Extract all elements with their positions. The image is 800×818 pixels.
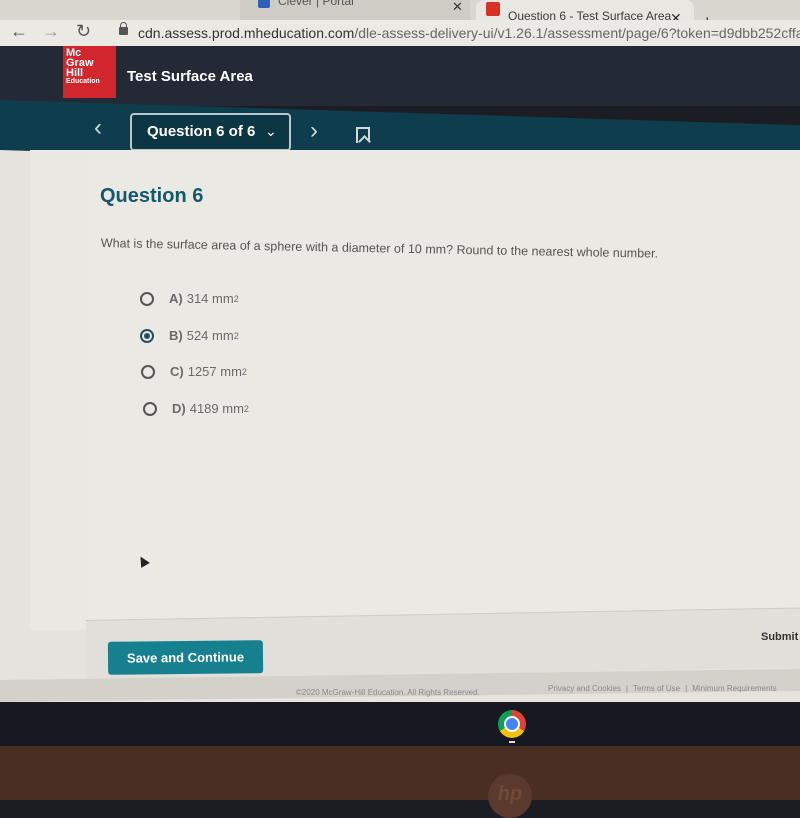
footer-links: Privacy and Cookies | Terms of Use | Minimum… <box>548 684 777 693</box>
chevron-down-icon: ⌄ <box>265 123 277 139</box>
radio-button[interactable] <box>143 401 157 416</box>
option-value: 524 mm <box>186 328 234 343</box>
question-selector-label: Question 6 of 6 <box>147 123 256 140</box>
option-exponent: 2 <box>241 366 247 377</box>
mcgraw-hill-logo: Mc Graw Hill Education <box>63 46 116 98</box>
link-separator: | <box>685 684 688 693</box>
option-exponent: 2 <box>233 330 239 341</box>
submit-button[interactable]: Submit <box>761 631 798 643</box>
answer-option-a[interactable]: A) 314 mm 2 <box>140 291 239 306</box>
option-letter: A) <box>169 291 183 306</box>
back-arrow-icon[interactable]: ← <box>10 21 28 42</box>
option-exponent: 2 <box>243 403 249 414</box>
option-letter: D) <box>172 401 186 416</box>
screen: Clever | Portal ✕ Question 6 - Test Surf… <box>0 0 800 818</box>
next-question-chevron-icon[interactable]: › <box>310 117 318 145</box>
left-gutter <box>30 150 86 630</box>
requirements-link[interactable]: Minimum Requirements <box>692 684 776 693</box>
mcgraw-hill-favicon-icon <box>486 2 500 16</box>
tab-clever[interactable]: Clever | Portal ✕ <box>240 0 470 20</box>
running-indicator <box>509 741 515 743</box>
tab-title: Clever | Portal <box>278 0 354 8</box>
question-heading: Question 6 <box>100 185 204 207</box>
radio-button[interactable] <box>140 291 154 306</box>
terms-link[interactable]: Terms of Use <box>633 684 680 693</box>
question-panel <box>86 150 800 620</box>
close-tab-icon[interactable]: ✕ <box>452 0 463 15</box>
radio-button-selected[interactable] <box>140 328 154 343</box>
os-taskbar <box>0 702 800 750</box>
option-value: 4189 mm <box>189 401 244 416</box>
option-value: 1257 mm <box>187 364 242 379</box>
logo-line: Hill <box>66 67 84 79</box>
address-bar[interactable]: cdn.assess.prod.mheducation.com/dle-asse… <box>138 25 800 41</box>
option-letter: B) <box>169 328 183 343</box>
radio-button[interactable] <box>141 364 155 379</box>
option-exponent: 2 <box>233 293 239 304</box>
privacy-link[interactable]: Privacy and Cookies <box>548 684 621 693</box>
url-path: /dle-assess-delivery-ui/v1.26.1/assessme… <box>354 25 800 41</box>
browser-toolbar: ← → ↻ cdn.assess.prod.mheducation.com/dl… <box>0 20 800 46</box>
question-selector-dropdown[interactable]: Question 6 of 6 ⌄ <box>130 113 291 151</box>
answer-option-b[interactable]: B) 524 mm 2 <box>140 328 239 343</box>
lock-icon[interactable] <box>119 22 128 35</box>
save-and-continue-button[interactable]: Save and Continue <box>107 640 264 675</box>
clever-favicon-icon <box>258 0 270 8</box>
link-separator: | <box>625 684 628 693</box>
previous-question-chevron-icon[interactable]: ‹ <box>94 114 102 142</box>
forward-arrow-icon[interactable]: → <box>42 21 60 42</box>
laptop-bezel <box>0 746 800 800</box>
answer-option-c[interactable]: C) 1257 mm 2 <box>141 364 247 379</box>
bookmark-icon[interactable] <box>356 127 370 143</box>
option-value: 314 mm <box>186 291 234 306</box>
hp-logo-icon: hp <box>488 774 532 818</box>
chrome-icon[interactable] <box>498 710 526 738</box>
copyright-text: ©2020 McGraw-Hill Education. All Rights … <box>296 688 480 697</box>
logo-line: Education <box>66 78 100 85</box>
browser-tabstrip: Clever | Portal ✕ Question 6 - Test Surf… <box>0 0 800 32</box>
app-header: Mc Graw Hill Education Test Surface Area <box>0 46 800 106</box>
url-host: cdn.assess.prod.mheducation.com <box>138 25 355 41</box>
reload-icon[interactable]: ↻ <box>76 21 91 42</box>
option-letter: C) <box>170 364 184 379</box>
assignment-title: Test Surface Area <box>127 68 253 85</box>
answer-option-d[interactable]: D) 4189 mm 2 <box>143 401 249 416</box>
